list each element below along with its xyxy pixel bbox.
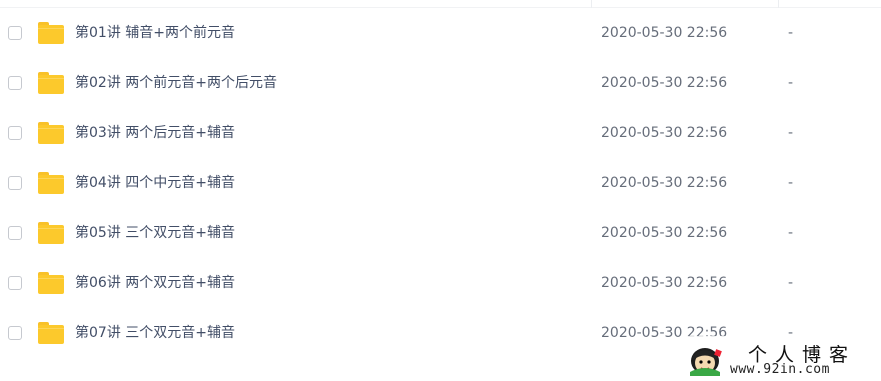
- row-checkbox[interactable]: [8, 326, 22, 340]
- file-name[interactable]: 第02讲 两个前元音+两个后元音: [75, 74, 277, 92]
- file-row[interactable]: 第06讲 两个双元音+辅音 2020-05-30 22:56 -: [0, 260, 881, 310]
- folder-icon: [38, 322, 64, 344]
- folder-icon: [38, 22, 64, 44]
- file-modified-date: 2020-05-30 22:56: [601, 225, 728, 241]
- watermark-url: www.92in.com: [730, 362, 830, 377]
- folder-icon: [38, 222, 64, 244]
- row-checkbox[interactable]: [8, 76, 22, 90]
- watermark-logo-icon: [690, 348, 722, 376]
- file-row[interactable]: 第05讲 三个双元音+辅音 2020-05-30 22:56 -: [0, 210, 881, 260]
- file-modified-date: 2020-05-30 22:56: [601, 125, 728, 141]
- file-modified-date: 2020-05-30 22:56: [601, 275, 728, 291]
- file-size: -: [788, 75, 794, 91]
- row-checkbox[interactable]: [8, 176, 22, 190]
- file-modified-date: 2020-05-30 22:56: [601, 175, 728, 191]
- column-divider-size[interactable]: [778, 0, 779, 8]
- file-size: -: [788, 175, 794, 191]
- folder-icon: [38, 122, 64, 144]
- file-size: -: [788, 25, 794, 41]
- file-name[interactable]: 第06讲 两个双元音+辅音: [75, 274, 235, 292]
- folder-icon: [38, 72, 64, 94]
- file-modified-date: 2020-05-30 22:56: [601, 75, 728, 91]
- row-checkbox[interactable]: [8, 226, 22, 240]
- file-row[interactable]: 第01讲 辅音+两个前元音 2020-05-30 22:56 -: [0, 10, 881, 60]
- watermark: 个人博客 www.92in.com: [682, 336, 881, 381]
- file-row[interactable]: 第02讲 两个前元音+两个后元音 2020-05-30 22:56 -: [0, 60, 881, 110]
- file-row[interactable]: 第03讲 两个后元音+辅音 2020-05-30 22:56 -: [0, 110, 881, 160]
- file-row[interactable]: 第04讲 四个中元音+辅音 2020-05-30 22:56 -: [0, 160, 881, 210]
- file-name[interactable]: 第07讲 三个双元音+辅音: [75, 324, 235, 342]
- file-list: 第01讲 辅音+两个前元音 2020-05-30 22:56 - 第02讲 两个…: [0, 0, 881, 381]
- file-name[interactable]: 第01讲 辅音+两个前元音: [75, 24, 235, 42]
- file-size: -: [788, 125, 794, 141]
- row-checkbox[interactable]: [8, 126, 22, 140]
- file-size: -: [788, 225, 794, 241]
- file-name[interactable]: 第05讲 三个双元音+辅音: [75, 224, 235, 242]
- file-name[interactable]: 第03讲 两个后元音+辅音: [75, 124, 235, 142]
- file-name[interactable]: 第04讲 四个中元音+辅音: [75, 174, 235, 192]
- file-modified-date: 2020-05-30 22:56: [601, 25, 728, 41]
- file-size: -: [788, 275, 794, 291]
- folder-icon: [38, 272, 64, 294]
- row-checkbox[interactable]: [8, 276, 22, 290]
- column-divider-date[interactable]: [591, 0, 592, 8]
- header-divider: [0, 7, 881, 8]
- folder-icon: [38, 172, 64, 194]
- row-checkbox[interactable]: [8, 26, 22, 40]
